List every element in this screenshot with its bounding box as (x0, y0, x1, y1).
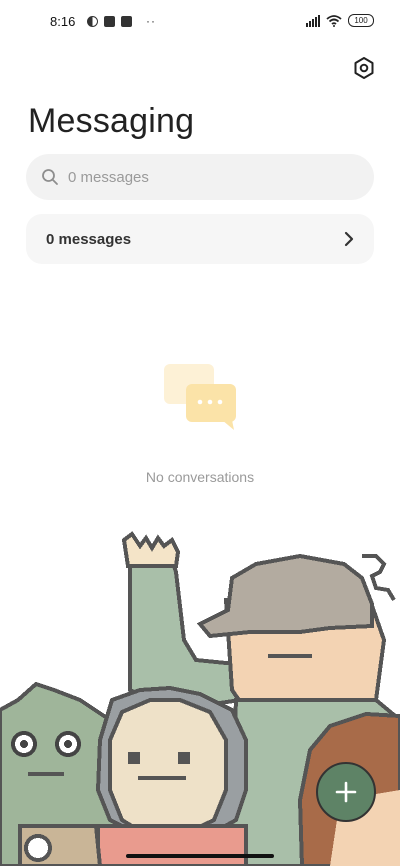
data-saver-icon (87, 15, 98, 27)
more-notifications-icon: ·· (146, 14, 156, 28)
signal-icon (306, 14, 320, 27)
search-placeholder: 0 messages (68, 169, 149, 186)
battery-icon: 100 (348, 14, 374, 27)
empty-state-text: No conversations (145, 469, 255, 485)
app-notification-icon (104, 15, 115, 27)
hexagon-settings-icon (354, 57, 374, 79)
search-input[interactable]: 0 messages (26, 154, 374, 200)
system-icons: 100 (306, 14, 374, 27)
chat-bubbles-icon (164, 364, 236, 430)
search-icon (42, 169, 58, 185)
page-title: Messaging (28, 102, 195, 140)
messages-card[interactable]: 0 messages (26, 214, 374, 264)
new-conversation-button[interactable] (316, 762, 376, 822)
plus-icon (335, 781, 357, 803)
upload-icon (121, 15, 132, 27)
settings-button[interactable] (352, 56, 376, 80)
chevron-right-icon (344, 231, 354, 247)
status-time: 8:16 (50, 14, 76, 29)
messages-count-label: 0 messages (46, 231, 132, 248)
notification-icons: ·· (87, 14, 156, 28)
status-bar: 8:16 ·· 100 (0, 0, 400, 44)
wifi-icon (326, 14, 342, 27)
home-indicator[interactable] (126, 854, 274, 858)
